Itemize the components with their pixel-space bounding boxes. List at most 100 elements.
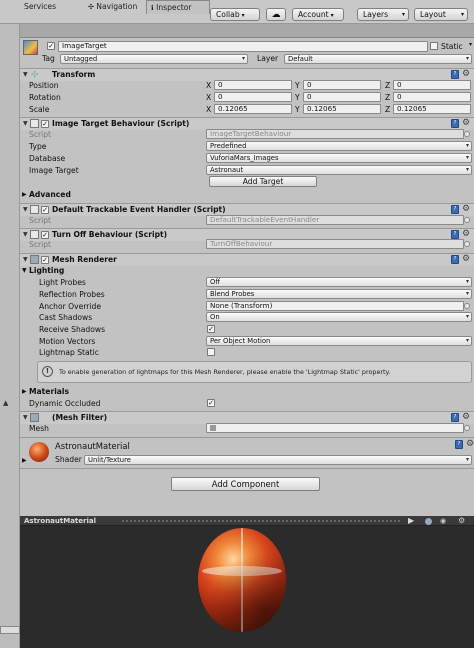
foldout-closed-icon: ▶ <box>22 388 27 395</box>
help-book-icon: ? <box>451 70 459 79</box>
mesh-renderer-icon <box>30 255 39 264</box>
receive-shadows-label: Receive Shadows <box>39 325 106 334</box>
component-enabled-checkbox[interactable]: ✓ <box>41 231 49 239</box>
material-thumbnail <box>29 442 49 462</box>
object-name-field[interactable]: ImageTarget <box>58 41 428 52</box>
gear-icon: ⚙ <box>462 69 471 79</box>
position-x-field[interactable]: 0 <box>214 80 292 90</box>
image-target-label: Image Target <box>29 166 79 175</box>
materials-foldout[interactable]: ▶ Materials <box>20 386 474 397</box>
rotation-z-field[interactable]: 0 <box>393 92 471 102</box>
script-field[interactable]: TurnOffBehaviour <box>206 239 464 249</box>
rotation-x-field[interactable]: 0 <box>214 92 292 102</box>
type-dropdown[interactable]: Predefined ▾ <box>206 141 472 151</box>
gear-icon: ⚙ <box>462 254 471 264</box>
position-y-field[interactable]: 0 <box>303 80 381 90</box>
reflection-probes-dropdown[interactable]: Blend Probes ▾ <box>206 289 472 299</box>
scale-z-field[interactable]: 0.12065 <box>393 104 471 114</box>
foldout-open-icon: ▼ <box>23 120 28 127</box>
component-menu[interactable]: ? ⚙ <box>451 118 471 129</box>
component-menu[interactable]: ? ⚙ <box>451 254 471 265</box>
anchor-override-field[interactable]: None (Transform) <box>206 301 464 311</box>
gear-icon: ⚙ <box>466 439 474 449</box>
chevron-down-icon: ▾ <box>465 154 469 161</box>
foldout-open-icon: ▼ <box>23 231 28 238</box>
receive-shadows-checkbox[interactable]: ✓ <box>207 325 215 333</box>
script-label: Script <box>29 240 52 249</box>
object-picker-icon[interactable] <box>464 217 470 223</box>
sphere-preview-icon[interactable] <box>425 518 432 525</box>
component-menu[interactable]: ? ⚙ <box>451 204 471 215</box>
foldout-open-icon: ▼ <box>23 71 28 78</box>
mesh-field[interactable] <box>206 423 464 433</box>
rotation-y-field[interactable]: 0 <box>303 92 381 102</box>
object-picker-icon[interactable] <box>464 241 470 247</box>
script-icon <box>30 205 39 214</box>
component-enabled-checkbox[interactable]: ✓ <box>41 206 49 214</box>
object-picker-icon[interactable] <box>464 425 470 431</box>
add-component-button[interactable]: Add Component <box>171 477 320 491</box>
scale-y-field[interactable]: 0.12065 <box>303 104 381 114</box>
cast-shadows-label: Cast Shadows <box>39 313 93 322</box>
shader-dropdown[interactable]: Unlit/Texture ▾ <box>84 455 472 465</box>
gear-icon[interactable]: ⚙ <box>458 517 465 525</box>
axis-x-label: X <box>206 93 212 102</box>
scrollbar-handle[interactable] <box>0 626 20 634</box>
help-book-icon: ? <box>455 440 463 449</box>
position-z-field[interactable]: 0 <box>393 80 471 90</box>
collab-button[interactable]: Collab ▾ <box>210 8 260 21</box>
preview-header[interactable]: AstronautMaterial ▶ ◉ ⚙ <box>20 516 474 526</box>
light-probes-dropdown[interactable]: Off ▾ <box>206 277 472 287</box>
tab-navigation[interactable]: ✣ Navigation <box>88 0 146 14</box>
reflection-probes-label: Reflection Probes <box>39 290 105 299</box>
chevron-down-icon[interactable]: ▾ <box>469 41 472 48</box>
preview-drag-handle[interactable] <box>122 520 402 522</box>
dynamic-occluded-checkbox[interactable]: ✓ <box>207 399 215 407</box>
component-menu[interactable]: ? ⚙ <box>451 412 471 423</box>
active-checkbox[interactable]: ✓ <box>47 42 55 50</box>
tab-services[interactable]: Services <box>24 0 84 14</box>
help-book-icon: ? <box>451 413 459 422</box>
object-picker-icon[interactable] <box>464 131 470 137</box>
advanced-foldout[interactable]: ▶ Advanced <box>20 189 474 200</box>
account-button[interactable]: Account ▾ <box>292 8 344 21</box>
component-menu[interactable]: ? ⚙ <box>451 69 471 80</box>
gear-icon: ⚙ <box>462 412 471 422</box>
object-picker-icon[interactable] <box>464 303 470 309</box>
cast-shadows-dropdown[interactable]: On ▾ <box>206 312 472 322</box>
chevron-down-icon: ▾ <box>328 12 334 19</box>
light-icon[interactable]: ◉ <box>440 517 446 525</box>
axis-z-label: Z <box>385 105 391 114</box>
tag-label: Tag <box>42 54 55 63</box>
component-enabled-checkbox[interactable]: ✓ <box>41 120 49 128</box>
component-enabled-checkbox[interactable]: ✓ <box>41 256 49 264</box>
layout-button[interactable]: Layout ▾ <box>414 8 468 21</box>
database-dropdown[interactable]: VuforiaMars_Images ▾ <box>206 153 472 163</box>
component-menu[interactable]: ? ⚙ <box>455 439 474 450</box>
sphere-shading <box>198 528 286 632</box>
lighting-foldout[interactable]: ▼ Lighting <box>20 265 474 276</box>
motion-vectors-row: Motion Vectors Per Object Motion ▾ <box>20 336 474 347</box>
layers-button[interactable]: Layers ▾ <box>357 8 409 21</box>
layer-dropdown[interactable]: Default ▾ <box>284 54 472 64</box>
foldout-closed-icon[interactable]: ▶ <box>22 457 27 464</box>
tag-dropdown[interactable]: Untagged ▾ <box>60 54 248 64</box>
tag-value: Untagged <box>64 55 98 63</box>
cloud-button[interactable]: ☁ <box>266 8 286 21</box>
scale-x-field[interactable]: 0.12065 <box>214 104 292 114</box>
motion-vectors-dropdown[interactable]: Per Object Motion ▾ <box>206 336 472 346</box>
script-field[interactable]: DefaultTrackableEventHandler <box>206 215 464 225</box>
type-row: Type Predefined ▾ <box>20 141 474 152</box>
script-field[interactable]: ImageTargetBehaviour <box>206 129 464 139</box>
static-checkbox[interactable] <box>430 42 438 50</box>
scroll-up-icon[interactable]: ▲ <box>3 399 8 407</box>
database-row: Database VuforiaMars_Images ▾ <box>20 153 474 164</box>
add-target-button[interactable]: Add Target <box>209 176 317 187</box>
cast-shadows-row: Cast Shadows On ▾ <box>20 312 474 323</box>
image-target-dropdown[interactable]: Astronaut ▾ <box>206 165 472 175</box>
scale-row: Scale X 0.12065 Y 0.12065 Z 0.12065 <box>20 104 474 115</box>
play-icon[interactable]: ▶ <box>408 516 414 526</box>
tab-inspector[interactable]: ℹ Inspector <box>146 0 210 14</box>
gameobject-icon <box>23 40 38 55</box>
lightmap-static-checkbox[interactable] <box>207 348 215 356</box>
